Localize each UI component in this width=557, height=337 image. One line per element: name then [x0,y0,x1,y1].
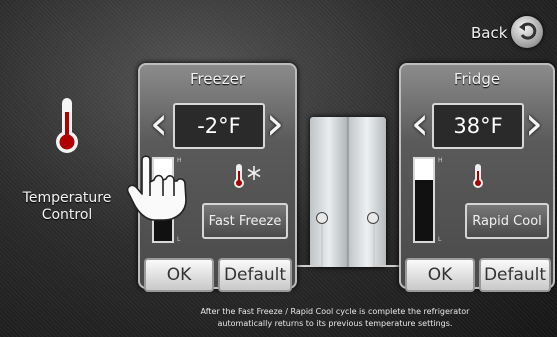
fridge-meter-fill [415,179,433,241]
temperature-control-screen: Back Temperature Control Freezer ‹ -2°F … [0,0,557,337]
freezer-ok-button[interactable]: OK [144,258,214,292]
fridge-default-button[interactable]: Default [479,258,551,292]
freezer-connector [293,217,323,267]
fast-freeze-button[interactable]: Fast Freeze [202,203,288,239]
freezer-decrease-button[interactable]: ‹ [148,99,170,147]
back-label[interactable]: Back [471,24,507,42]
fridge-decrease-button[interactable]: ‹ [409,99,431,147]
temperature-control-line1: Temperature [22,190,112,206]
fridge-thermometer-icon [473,164,483,188]
fridge-meter-low: L [438,236,442,243]
thermometer-icon [56,98,78,153]
rapid-cool-button[interactable]: Rapid Cool [465,203,549,239]
fridge-title: Fridge [453,70,501,88]
footer-note-line2: automatically returns to its previous te… [217,319,453,328]
freezer-default-button[interactable]: Default [218,258,292,292]
fridge-panel: Fridge ‹ 38°F › H L Rapid Cool OK Defaul… [399,63,555,292]
snowflake-icon [247,166,261,180]
fridge-temperature-meter: H L [413,157,443,243]
footer-note-line1: After the Fast Freeze / Rapid Cool cycle… [200,307,470,316]
freezer-meter-low: L [177,236,181,243]
back-arrow-icon [519,22,537,40]
footer-note: After the Fast Freeze / Rapid Cool cycle… [150,306,520,330]
freezer-title: Freezer [189,70,246,88]
freezer-increase-button[interactable]: › [264,99,286,147]
temperature-control-line2: Control [41,207,93,223]
fridge-meter-high: H [438,157,443,164]
fridge-ok-button[interactable]: OK [405,258,475,292]
fridge-temperature-display: 38°F [432,103,524,149]
freezer-indicator-dot [316,212,328,224]
hand-pointer-icon [126,155,187,221]
back-button[interactable] [511,16,543,48]
freezer-thermometer-icon [234,164,244,188]
fridge-connector [373,217,401,267]
freezer-temperature-display: -2°F [173,103,265,149]
fridge-indicator-dot [367,212,379,224]
fridge-increase-button[interactable]: › [523,99,545,147]
temperature-control-label: Temperature Control [14,190,120,224]
